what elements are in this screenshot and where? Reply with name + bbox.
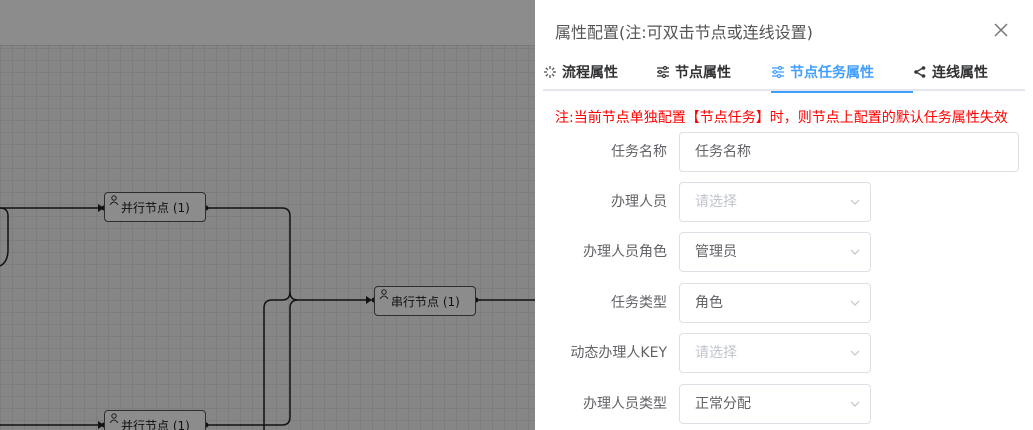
handler-role-value: 管理员 — [695, 244, 737, 260]
form-row-dynamic-key: 动态办理人KEY 请选择 — [535, 333, 1033, 373]
handler-type-value: 正常分配 — [695, 396, 751, 412]
close-icon — [994, 23, 1008, 37]
handler-label: 办理人员 — [611, 194, 667, 210]
form-row-handler-role: 办理人员角色 管理员 — [535, 232, 1033, 272]
property-tabs: 流程属性 节点属性 节点任务属性 连线属性 — [543, 52, 1025, 93]
chevron-down-icon — [850, 249, 860, 255]
dynamic-key-select[interactable]: 请选择 — [679, 333, 871, 373]
dynamic-key-placeholder: 请选择 — [695, 345, 737, 361]
handler-select[interactable]: 请选择 — [679, 182, 871, 222]
tab-label: 连线属性 — [932, 64, 988, 81]
tab-label: 节点属性 — [675, 64, 731, 81]
flow-canvas[interactable]: 并行节点 (1) 串行节点 (1) 并行节点 (1) — [0, 0, 535, 430]
property-drawer: 属性配置(注:可双击节点或连线设置) 流程属性 节点属性 节点任务属性 连线属性… — [535, 0, 1033, 430]
task-name-label: 任务名称 — [611, 144, 667, 160]
chevron-down-icon — [850, 350, 860, 356]
close-button[interactable] — [991, 20, 1011, 40]
handler-role-label: 办理人员角色 — [583, 244, 667, 260]
form-row-task-type: 任务类型 角色 — [535, 283, 1033, 323]
handler-role-select[interactable]: 管理员 — [679, 232, 871, 272]
handler-placeholder: 请选择 — [695, 194, 737, 210]
task-type-value: 角色 — [695, 295, 723, 311]
tab-node-task-properties[interactable]: 节点任务属性 — [771, 52, 913, 93]
sliders-icon — [772, 65, 784, 78]
task-override-notice: 注:当前节点单独配置【节点任务】时，则节点上配置的默认任务属性失效 — [555, 110, 1008, 126]
modal-overlay[interactable] — [0, 0, 535, 430]
chevron-down-icon — [850, 300, 860, 306]
task-name-value: 任务名称 — [695, 144, 751, 160]
dynamic-key-label: 动态办理人KEY — [570, 345, 667, 361]
task-name-input[interactable]: 任务名称 — [679, 132, 1019, 172]
tab-edge-properties[interactable]: 连线属性 — [913, 52, 1013, 91]
tab-node-properties[interactable]: 节点属性 — [656, 52, 771, 91]
form-row-handler-type: 办理人员类型 正常分配 — [535, 384, 1033, 424]
share-icon — [914, 65, 926, 78]
handler-type-select[interactable]: 正常分配 — [679, 384, 871, 424]
tab-flow-properties[interactable]: 流程属性 — [543, 52, 656, 91]
sliders-icon — [657, 65, 669, 78]
form-row-task-name: 任务名称 任务名称 — [535, 132, 1033, 172]
tab-label: 流程属性 — [562, 64, 618, 81]
loading-icon — [544, 65, 556, 78]
chevron-down-icon — [850, 401, 860, 407]
drawer-title: 属性配置(注:可双击节点或连线设置) — [555, 23, 813, 42]
task-type-label: 任务类型 — [611, 295, 667, 311]
task-type-select[interactable]: 角色 — [679, 283, 871, 323]
chevron-down-icon — [850, 199, 860, 205]
tab-label: 节点任务属性 — [790, 64, 874, 81]
form-row-handler: 办理人员 请选择 — [535, 182, 1033, 222]
handler-type-label: 办理人员类型 — [583, 396, 667, 412]
